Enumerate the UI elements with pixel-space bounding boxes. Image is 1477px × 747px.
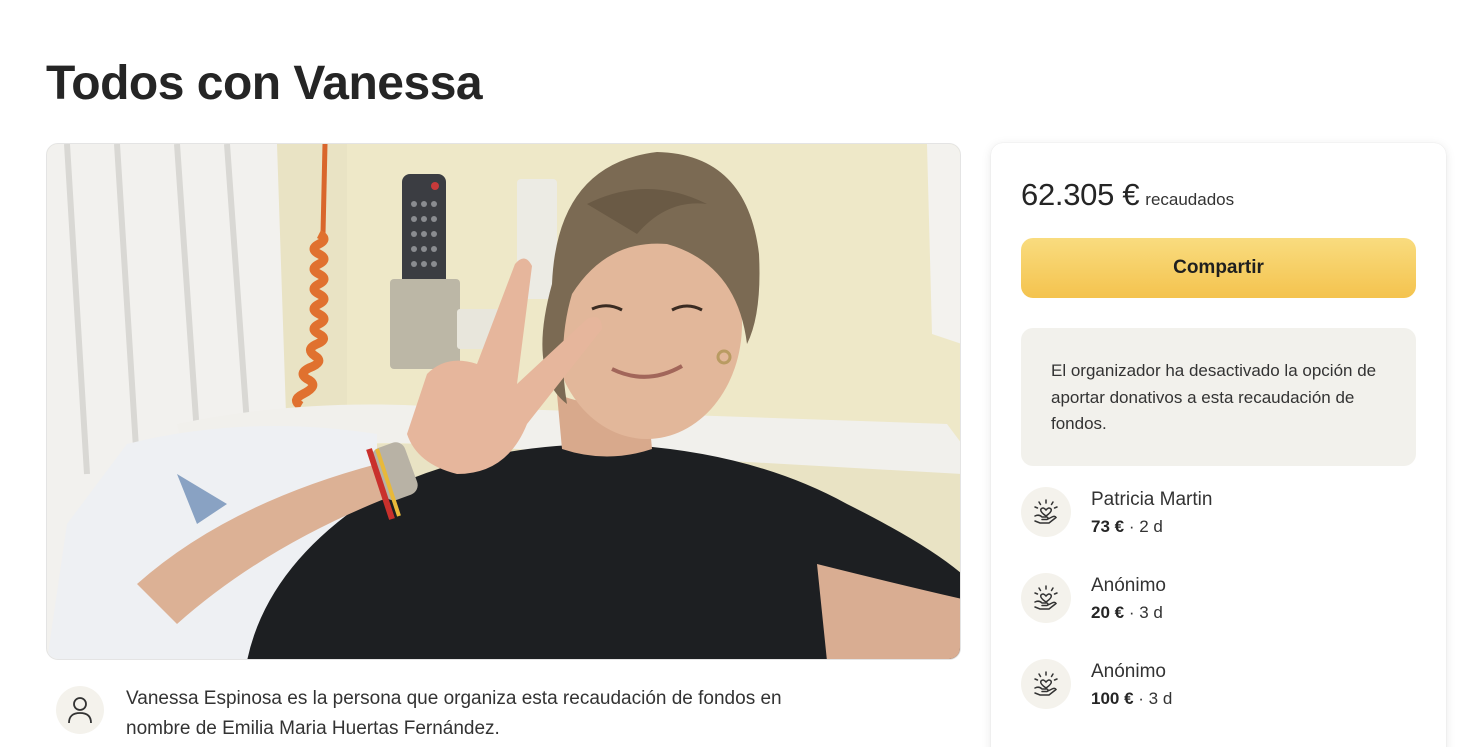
raised-amount: 62.305 € bbox=[1021, 177, 1140, 212]
user-icon bbox=[56, 686, 104, 734]
donor-name: Anónimo bbox=[1091, 661, 1166, 682]
donor-name: Anónimo bbox=[1091, 575, 1166, 596]
heart-hand-icon bbox=[1021, 573, 1071, 623]
donation-item: Anónimo 20 € · 3 d bbox=[1021, 573, 1166, 627]
donation-item: Patricia Martin 73 € · 2 d bbox=[1021, 487, 1212, 541]
organizer-info: Vanessa Espinosa es la persona que organ… bbox=[56, 684, 846, 744]
heart-hand-icon bbox=[1021, 487, 1071, 537]
page-title: Todos con Vanessa bbox=[46, 57, 483, 110]
donation-meta: 73 € · 2 d bbox=[1091, 517, 1163, 536]
campaign-photo[interactable] bbox=[46, 143, 961, 660]
donation-item: Anónimo 100 € · 3 d bbox=[1021, 659, 1172, 713]
donation-meta: 20 € · 3 d bbox=[1091, 603, 1163, 622]
donor-name: Patricia Martin bbox=[1091, 489, 1213, 510]
donation-time: 3 d bbox=[1148, 689, 1173, 708]
share-button[interactable]: Compartir bbox=[1021, 238, 1416, 298]
donation-amount: 73 € bbox=[1091, 517, 1125, 536]
donation-sidebar: 62.305 € recaudados Compartir El organiz… bbox=[991, 143, 1446, 747]
donation-amount: 20 € bbox=[1091, 603, 1125, 622]
donation-amount: 100 € bbox=[1091, 689, 1134, 708]
heart-hand-icon bbox=[1021, 659, 1071, 709]
donation-time: 2 d bbox=[1139, 517, 1163, 536]
donations-disabled-notice: El organizador ha desactivado la opción … bbox=[1021, 328, 1416, 466]
organizer-description: Vanessa Espinosa es la persona que organ… bbox=[126, 688, 782, 739]
donation-meta: 100 € · 3 d bbox=[1091, 689, 1173, 708]
raised-label: recaudados bbox=[1145, 190, 1235, 209]
campaign-page: Todos con Vanessa Vanessa Espinosa es la… bbox=[0, 0, 1477, 747]
donation-time: 3 d bbox=[1139, 603, 1163, 622]
raised-summary: 62.305 € recaudados bbox=[1021, 177, 1234, 213]
